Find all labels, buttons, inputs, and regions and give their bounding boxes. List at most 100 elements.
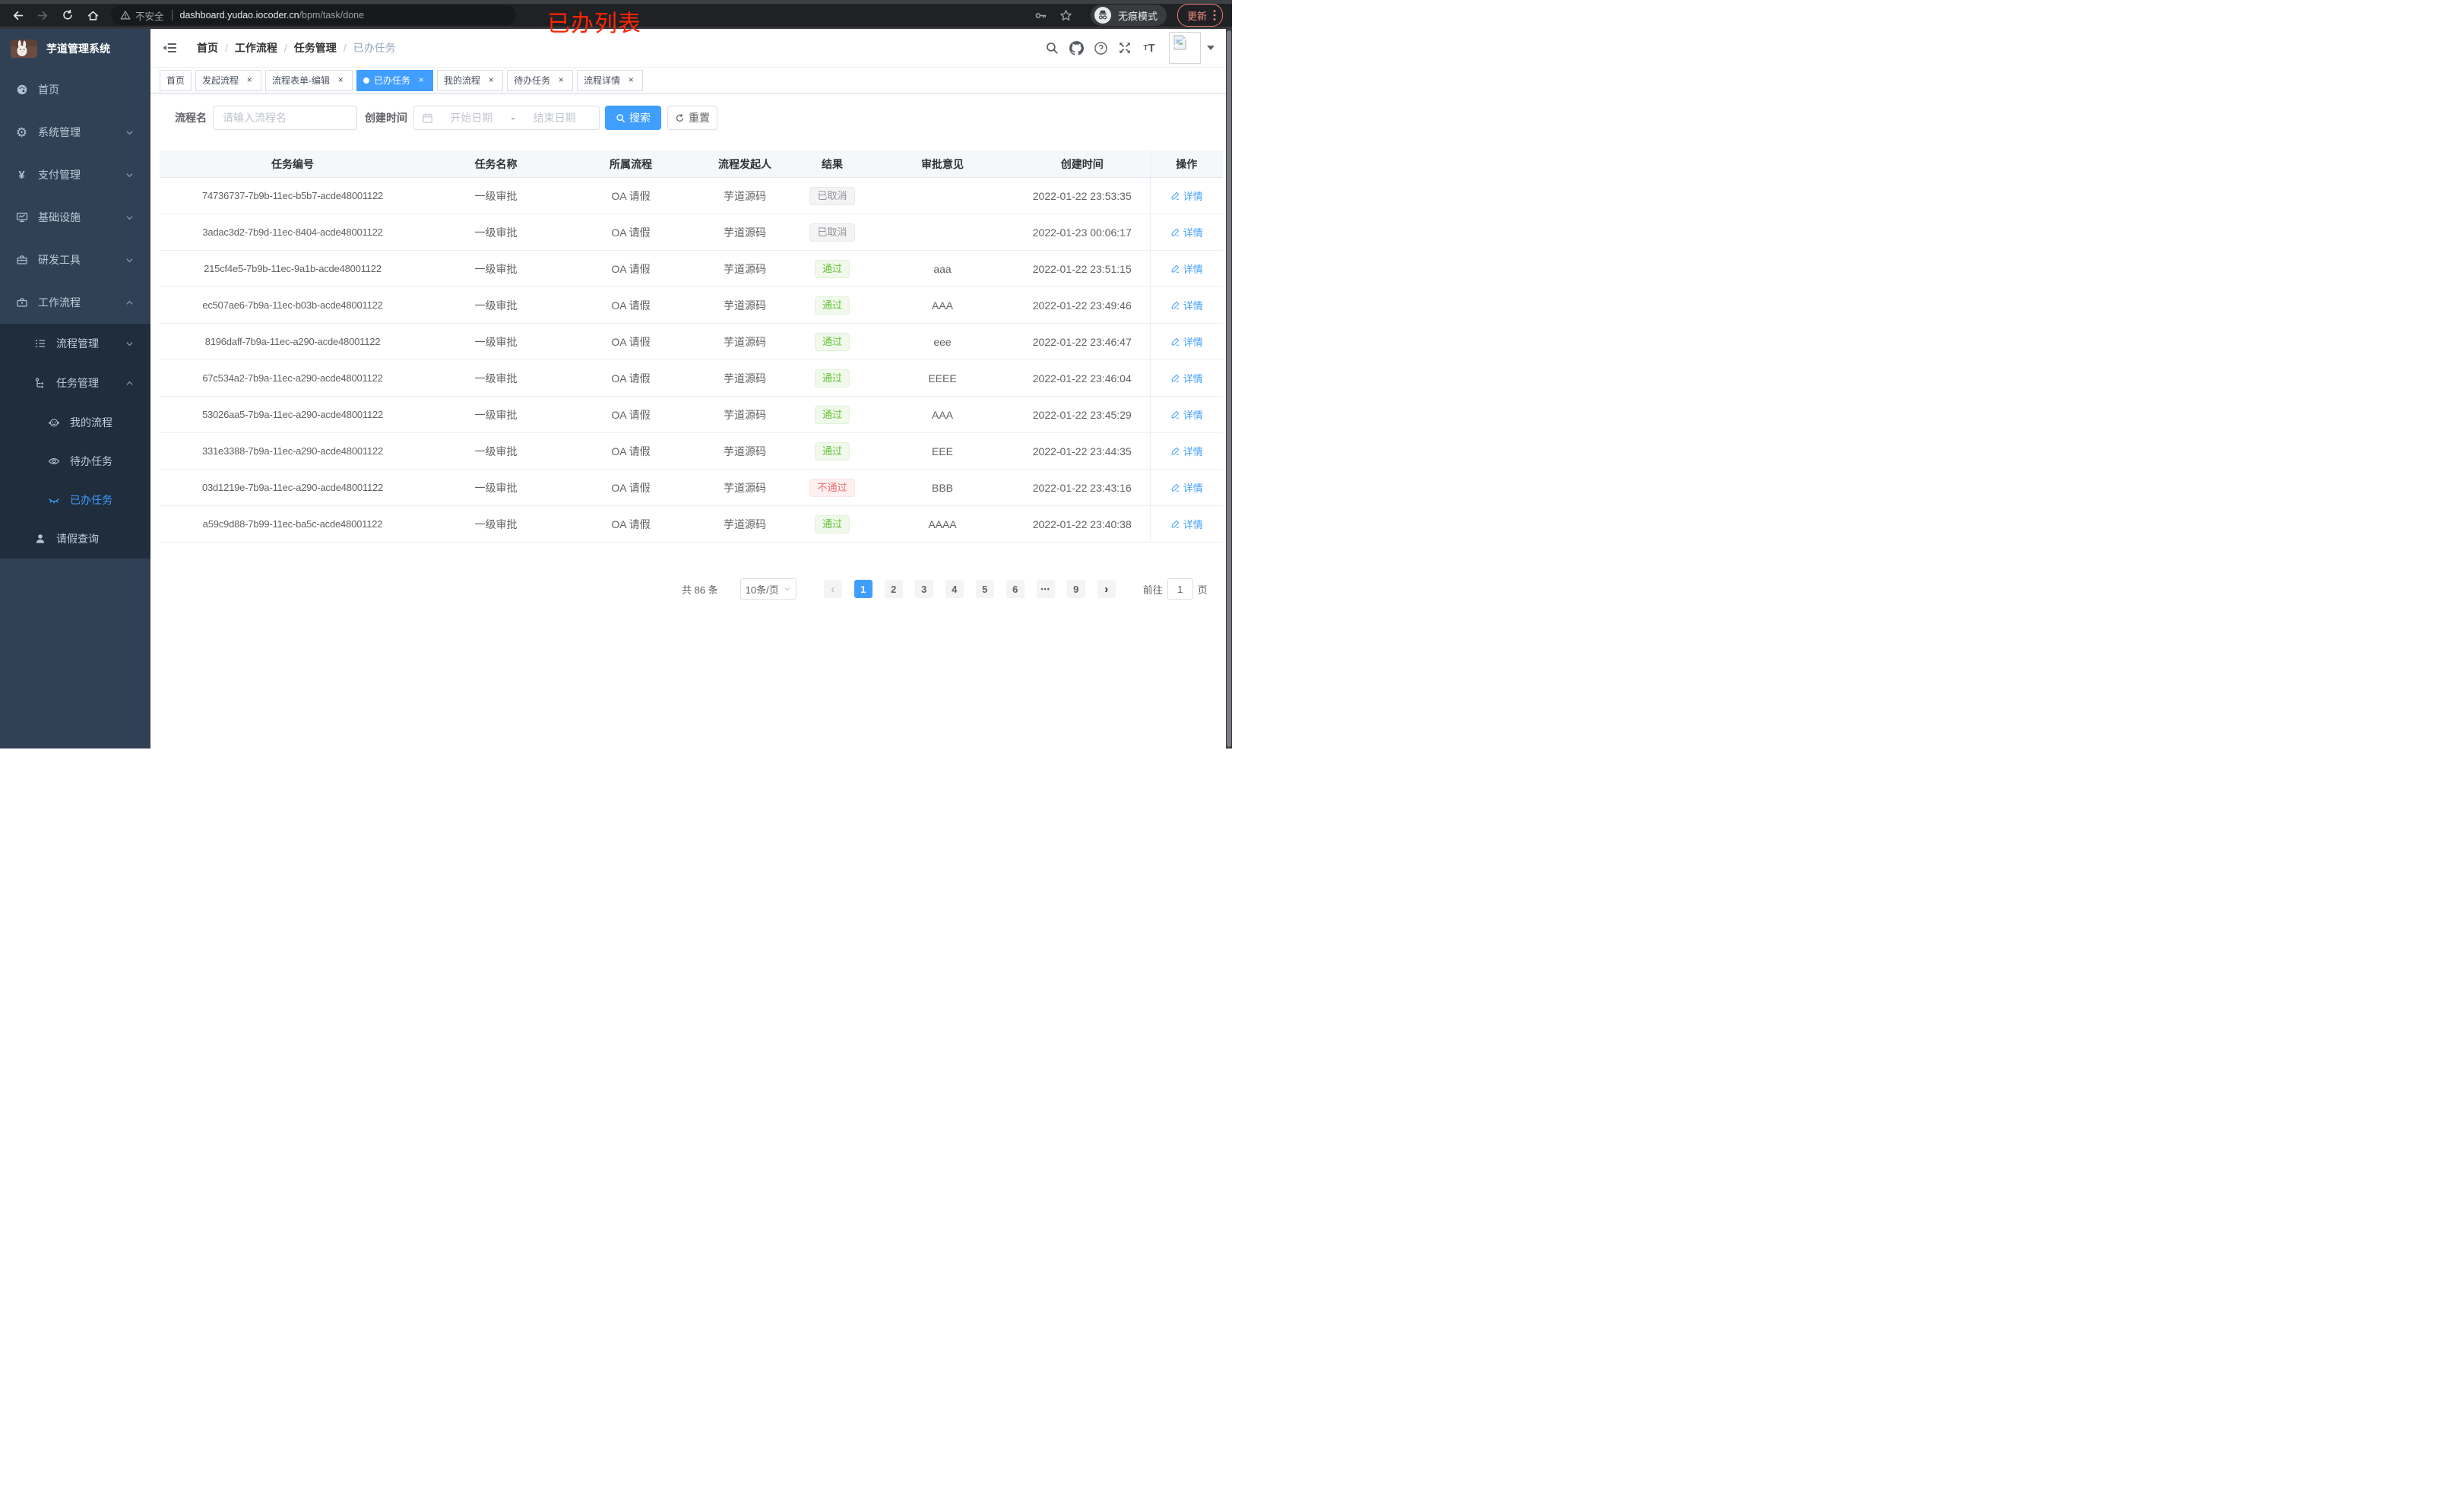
tab[interactable]: 流程详情 × — [577, 69, 644, 91]
cell-starter: 芋道源码 — [695, 323, 794, 360]
tab[interactable]: 流程表单-编辑 × — [265, 69, 353, 91]
process-name-input[interactable] — [213, 106, 357, 130]
help-icon[interactable] — [1088, 29, 1113, 67]
breadcrumb-item[interactable]: 首页 / — [197, 40, 235, 55]
search-icon[interactable] — [1040, 29, 1064, 67]
status-badge: 通过 — [814, 514, 850, 533]
close-icon[interactable]: × — [416, 74, 426, 86]
col-created: 创建时间 — [1015, 150, 1150, 178]
page-button[interactable]: 4 — [945, 580, 964, 598]
tab[interactable]: 发起流程 × — [195, 69, 262, 91]
incognito-icon — [1094, 6, 1112, 24]
detail-button[interactable]: 详情 — [1170, 298, 1203, 312]
detail-button[interactable]: 详情 — [1170, 225, 1203, 239]
fullscreen-icon[interactable] — [1113, 29, 1137, 67]
sidebar-item-infra[interactable]: 基础设施 — [0, 196, 150, 239]
cell-task-id: 3adac3d2-7b9d-11ec-8404-acde48001122 — [160, 214, 426, 251]
tab[interactable]: 首页 × — [160, 69, 192, 91]
detail-button[interactable]: 详情 — [1170, 444, 1203, 458]
page-button[interactable]: 5 — [975, 580, 994, 598]
hamburger-icon[interactable] — [150, 40, 185, 55]
page-size-select[interactable]: 10条/页 — [740, 578, 797, 600]
page-button[interactable]: 6 — [1006, 580, 1025, 598]
detail-button[interactable]: 详情 — [1170, 480, 1203, 495]
page-button[interactable]: 9 — [1066, 580, 1085, 598]
close-icon[interactable]: × — [626, 74, 636, 86]
status-badge: 不通过 — [809, 478, 855, 497]
detail-button[interactable]: 详情 — [1170, 407, 1203, 422]
address-bar[interactable]: 不安全 dashboard.yudao.iocoder.cn/bpm/task/… — [111, 5, 516, 25]
tab[interactable]: 待办任务 × — [507, 69, 574, 91]
table-row: 74736737-7b9b-11ec-b5b7-acde48001122 一级审… — [160, 177, 1223, 214]
browser-right-controls: 无痕模式 更新 — [1031, 4, 1223, 27]
sidebar-item-system[interactable]: ⚙ 系统管理 — [0, 111, 150, 153]
reload-icon[interactable] — [58, 5, 78, 25]
detail-button[interactable]: 详情 — [1170, 334, 1203, 349]
sidebar-item-workflow[interactable]: 工作流程 — [0, 281, 150, 324]
sidebar-item-devtools[interactable]: 研发工具 — [0, 239, 150, 281]
tab[interactable]: 已办任务 × — [356, 69, 434, 91]
breadcrumb-item[interactable]: 工作流程 / — [235, 40, 294, 55]
detail-button-label: 详情 — [1183, 337, 1203, 348]
home-icon[interactable] — [83, 5, 103, 25]
page-button[interactable]: 2 — [884, 580, 903, 598]
update-button[interactable]: 更新 — [1177, 4, 1223, 27]
tab-label: 我的流程 — [444, 75, 481, 86]
monitor-icon — [15, 211, 28, 224]
calendar-icon — [422, 112, 433, 124]
breadcrumb-separator: / — [283, 42, 287, 54]
sidebar-item-label: 基础设施 — [38, 211, 81, 223]
detail-button[interactable]: 详情 — [1170, 188, 1203, 203]
breadcrumb-item[interactable]: 任务管理 / — [294, 40, 353, 55]
breadcrumb-item[interactable]: 已办任务 / — [353, 40, 396, 55]
next-page-button[interactable]: › — [1097, 580, 1116, 598]
prev-page-button[interactable]: ‹ — [823, 580, 842, 598]
workflow-submenu: 流程管理 任务管理 我的流程 待办任务 已办任务 请假查询 — [0, 324, 150, 559]
start-date-placeholder[interactable]: 开始日期 — [435, 110, 508, 125]
sidebar-item-task-mgmt[interactable]: 任务管理 — [0, 363, 150, 403]
github-icon[interactable] — [1064, 29, 1088, 67]
page-button[interactable]: 3 — [914, 580, 933, 598]
sidebar-item-leave-query[interactable]: 请假查询 — [0, 519, 150, 559]
sidebar-item-my-process[interactable]: 我的流程 — [0, 403, 150, 442]
end-date-placeholder[interactable]: 结束日期 — [518, 110, 591, 125]
pagination: 共 86 条 10条/页 ‹ 1 2 3 4 5 6 ••• 9 › 前往 1 … — [682, 578, 1208, 600]
detail-button[interactable]: 详情 — [1170, 517, 1203, 531]
back-icon[interactable] — [8, 5, 27, 25]
app-logo[interactable]: 芋道管理系统 — [0, 29, 150, 68]
sidebar-item-todo-tasks[interactable]: 待办任务 — [0, 442, 150, 480]
page-button[interactable]: 1 — [854, 580, 873, 598]
cell-starter: 芋道源码 — [695, 214, 794, 251]
detail-button[interactable]: 详情 — [1170, 261, 1203, 276]
cell-created: 2022-01-22 23:46:47 — [1015, 323, 1150, 360]
tab[interactable]: 我的流程 × — [437, 69, 504, 91]
date-range-picker[interactable]: 开始日期 - 结束日期 — [413, 106, 600, 130]
cell-actions: 详情 — [1149, 177, 1223, 214]
key-icon[interactable] — [1031, 5, 1051, 25]
detail-button[interactable]: 详情 — [1170, 371, 1203, 385]
avatar-caret-icon[interactable] — [1207, 46, 1215, 50]
search-button[interactable]: 搜索 — [605, 106, 661, 130]
page-button[interactable]: ••• — [1036, 580, 1055, 598]
close-icon[interactable]: × — [335, 74, 346, 86]
avatar[interactable] — [1169, 32, 1201, 64]
close-icon[interactable]: × — [556, 74, 566, 86]
warning-icon — [120, 10, 131, 21]
goto-page-input[interactable] — [1167, 578, 1193, 600]
close-icon[interactable]: × — [486, 74, 496, 86]
sidebar-item-done-tasks[interactable]: 已办任务 — [0, 480, 150, 519]
table-row: 331e3388-7b9a-11ec-a290-acde48001122 一级审… — [160, 432, 1223, 470]
forward-icon[interactable] — [33, 5, 52, 25]
kebab-menu-icon[interactable] — [1213, 9, 1216, 21]
font-size-icon[interactable]: TT — [1137, 29, 1161, 67]
scrollbar-thumb[interactable] — [1227, 30, 1231, 747]
url-host: dashboard.yudao.iocoder.cn — [179, 10, 299, 21]
close-icon[interactable]: × — [244, 74, 255, 86]
sidebar-item-pay[interactable]: ¥ 支付管理 — [0, 153, 150, 196]
reset-button[interactable]: 重置 — [667, 106, 717, 130]
bookmark-star-icon[interactable] — [1056, 5, 1076, 25]
sidebar-item-home[interactable]: 首页 — [0, 68, 150, 111]
window-scrollbar[interactable] — [1226, 29, 1232, 748]
sidebar-item-process-mgmt[interactable]: 流程管理 — [0, 324, 150, 363]
sidebar-item-label: 工作流程 — [38, 296, 81, 309]
